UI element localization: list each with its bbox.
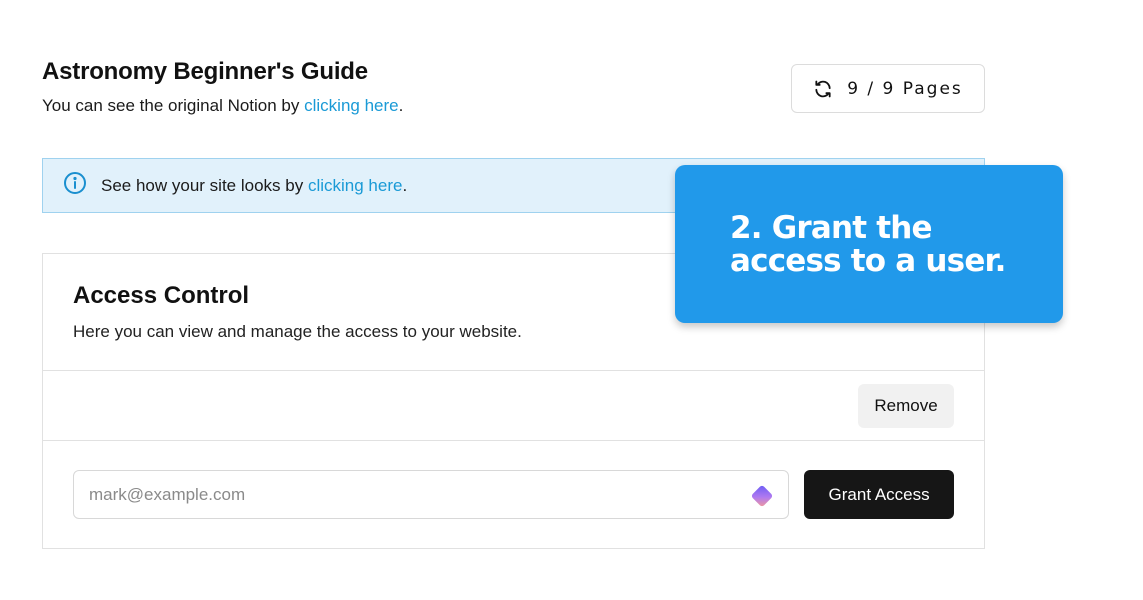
- email-input[interactable]: [74, 471, 789, 518]
- subtitle-suffix: .: [398, 96, 404, 115]
- pages-count: 9 / 9 Pages: [847, 78, 963, 99]
- original-notion-link[interactable]: clicking here: [304, 96, 399, 115]
- remove-button[interactable]: Remove: [858, 383, 954, 428]
- info-icon: [63, 171, 87, 200]
- email-field-wrapper: [73, 470, 790, 519]
- grant-access-button[interactable]: Grant Access: [804, 470, 954, 519]
- access-control-description: Here you can view and manage the access …: [73, 322, 522, 341]
- page-subtitle: You can see the original Notion by click…: [42, 96, 403, 116]
- tutorial-callout: 2. Grant the access to a user.: [675, 165, 1063, 323]
- pages-sync-button[interactable]: 9 / 9 Pages: [791, 64, 985, 113]
- grant-access-row: Grant Access: [43, 441, 984, 548]
- callout-text: 2. Grant the access to a user.: [730, 210, 1006, 279]
- banner-text-suffix: .: [402, 175, 408, 195]
- page: Astronomy Beginner's Guide You can see t…: [0, 0, 1143, 600]
- banner-text-prefix: See how your site looks by: [101, 175, 308, 195]
- refresh-icon: [813, 79, 833, 99]
- banner-text: See how your site looks by clicking here…: [101, 176, 407, 196]
- page-title: Astronomy Beginner's Guide: [42, 58, 368, 85]
- access-list-row: Remove: [43, 371, 984, 441]
- gem-icon[interactable]: [746, 480, 778, 512]
- preview-site-link[interactable]: clicking here: [308, 176, 403, 195]
- subtitle-prefix: You can see the original Notion by: [42, 96, 305, 115]
